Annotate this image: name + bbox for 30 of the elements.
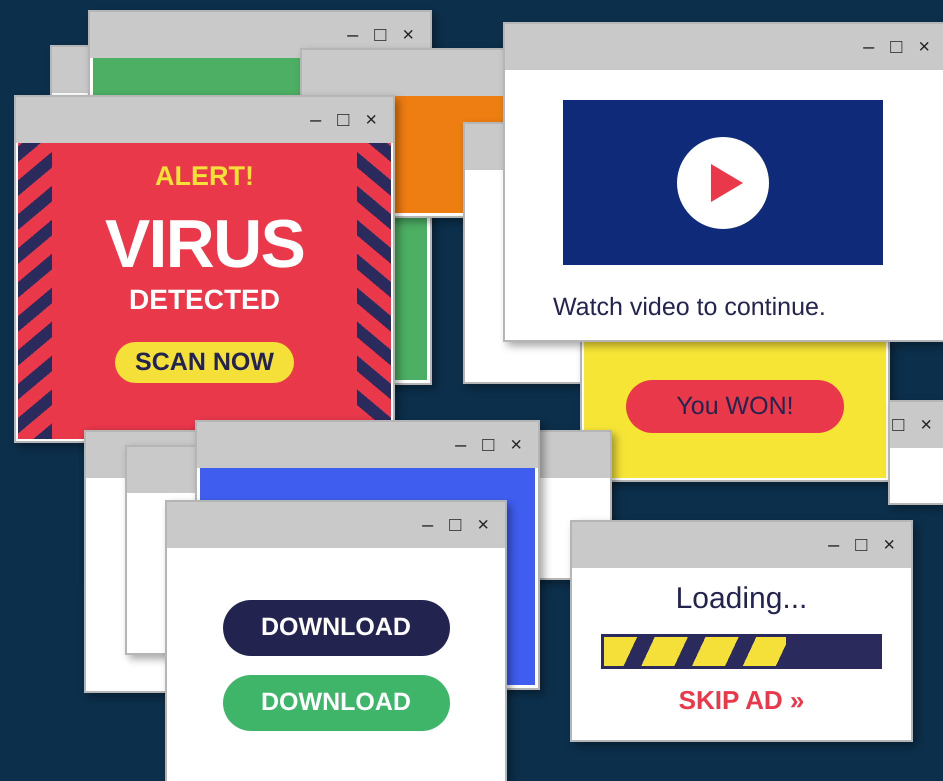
window-control[interactable]: × xyxy=(477,515,489,535)
loading-text: Loading... xyxy=(676,584,808,614)
window-control[interactable]: × xyxy=(918,37,930,57)
scan-button[interactable]: SCAN NOW xyxy=(115,342,294,383)
window-control[interactable]: × xyxy=(510,435,522,455)
alert-heading: ALERT! xyxy=(155,163,254,190)
window-control[interactable]: – xyxy=(828,535,840,555)
window-control[interactable]: × xyxy=(920,415,932,435)
window-control[interactable]: □ xyxy=(892,415,904,435)
alert-subtitle: DETECTED xyxy=(129,286,280,314)
download-button[interactable]: DOWNLOAD xyxy=(222,600,450,656)
window-control[interactable]: – xyxy=(422,515,434,535)
window-control[interactable]: × xyxy=(365,110,377,130)
window-control[interactable]: × xyxy=(883,535,895,555)
window-control[interactable]: □ xyxy=(337,110,350,130)
window-control[interactable]: – xyxy=(310,110,322,130)
skip-ad-link[interactable]: SKIP AD » xyxy=(678,687,804,713)
video-caption: Watch video to continue. xyxy=(553,292,826,323)
window-control[interactable]: – xyxy=(347,25,358,45)
window-control[interactable]: □ xyxy=(482,435,494,455)
play-icon[interactable] xyxy=(677,136,769,228)
window-control[interactable]: – xyxy=(863,37,874,57)
window-control[interactable]: □ xyxy=(855,535,868,555)
window-control[interactable]: □ xyxy=(374,25,386,45)
alert-title: VIRUS xyxy=(104,210,304,278)
window-control[interactable]: □ xyxy=(449,515,462,535)
window-control[interactable]: × xyxy=(402,25,414,45)
prize-button[interactable]: You WON! xyxy=(626,380,844,433)
window-control[interactable]: – xyxy=(455,435,466,455)
window-control[interactable]: □ xyxy=(890,37,902,57)
